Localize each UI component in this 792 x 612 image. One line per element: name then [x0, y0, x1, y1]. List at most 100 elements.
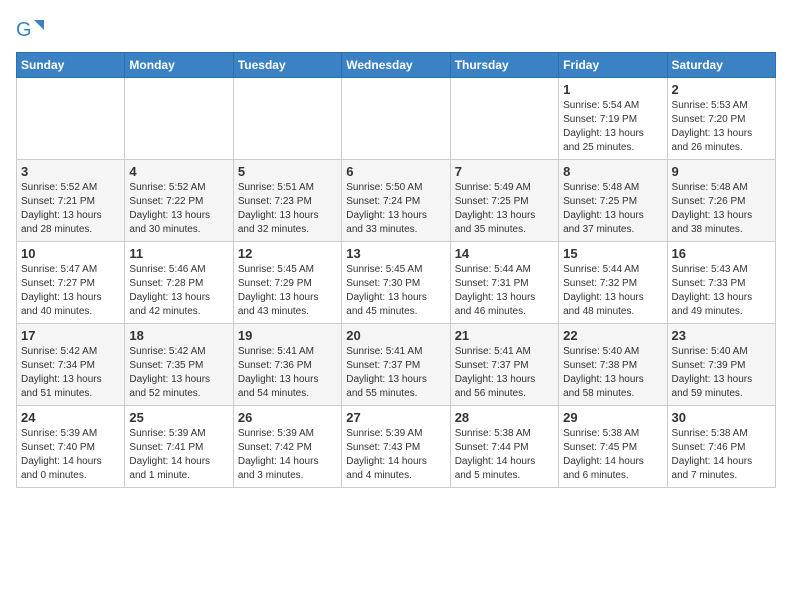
day-info: Sunrise: 5:38 AM Sunset: 7:46 PM Dayligh…: [672, 427, 771, 483]
day-number: 8: [563, 164, 662, 179]
calendar-cell: 11 Sunrise: 5:46 AM Sunset: 7:28 PM Dayli…: [125, 242, 233, 324]
calendar-cell: 22Sunrise: 5:40 AM Sunset: 7:38 PM Dayli…: [559, 324, 667, 406]
day-number: 27: [346, 410, 445, 425]
day-number: 11: [129, 246, 228, 261]
day-info: Sunrise: 5:52 AM Sunset: 7:22 PM Dayligh…: [129, 181, 228, 237]
calendar-cell: 27 Sunrise: 5:39 AM Sunset: 7:43 PM Dayli…: [342, 406, 450, 488]
day-number: 1: [563, 82, 662, 97]
day-info: Sunrise: 5:49 AM Sunset: 7:25 PM Dayligh…: [455, 181, 554, 237]
calendar-cell: 7 Sunrise: 5:49 AM Sunset: 7:25 PM Daylig…: [450, 160, 558, 242]
day-number: 15: [563, 246, 662, 261]
day-number: 23: [672, 328, 771, 343]
calendar-cell: 25 Sunrise: 5:39 AM Sunset: 7:41 PM Dayli…: [125, 406, 233, 488]
day-number: 5: [238, 164, 337, 179]
day-info: Sunrise: 5:45 AM Sunset: 7:30 PM Dayligh…: [346, 263, 445, 319]
day-number: 3: [21, 164, 120, 179]
day-number: 30: [672, 410, 771, 425]
day-info: Sunrise: 5:39 AM Sunset: 7:43 PM Dayligh…: [346, 427, 445, 483]
day-number: 24: [21, 410, 120, 425]
calendar-cell: 10 Sunrise: 5:47 AM Sunset: 7:27 PM Dayli…: [17, 242, 125, 324]
day-number: 16: [672, 246, 771, 261]
day-info: Sunrise: 5:44 AM Sunset: 7:31 PM Dayligh…: [455, 263, 554, 319]
calendar-cell: [450, 78, 558, 160]
day-info: Sunrise: 5:39 AM Sunset: 7:41 PM Dayligh…: [129, 427, 228, 483]
day-number: 28: [455, 410, 554, 425]
day-number: 20: [346, 328, 445, 343]
calendar-cell: 16 Sunrise: 5:43 AM Sunset: 7:33 PM Dayli…: [667, 242, 775, 324]
day-info: Sunrise: 5:46 AM Sunset: 7:28 PM Dayligh…: [129, 263, 228, 319]
day-info: Sunrise: 5:48 AM Sunset: 7:26 PM Dayligh…: [672, 181, 771, 237]
calendar-cell: 18 Sunrise: 5:42 AM Sunset: 7:35 PM Dayli…: [125, 324, 233, 406]
col-header-tuesday: Tuesday: [233, 53, 341, 78]
day-number: 29: [563, 410, 662, 425]
calendar-cell: 28 Sunrise: 5:38 AM Sunset: 7:44 PM Dayli…: [450, 406, 558, 488]
week-row-1: 1 Sunrise: 5:54 AM Sunset: 7:19 PM Daylig…: [17, 78, 776, 160]
logo-icon: G: [16, 16, 44, 44]
day-info: Sunrise: 5:40 AM Sunset: 7:39 PM Dayligh…: [672, 345, 771, 401]
day-info: Sunrise: 5:48 AM Sunset: 7:25 PM Dayligh…: [563, 181, 662, 237]
day-number: 6: [346, 164, 445, 179]
week-row-5: 24 Sunrise: 5:39 AM Sunset: 7:40 PM Dayli…: [17, 406, 776, 488]
col-header-sunday: Sunday: [17, 53, 125, 78]
calendar-cell: 24 Sunrise: 5:39 AM Sunset: 7:40 PM Dayli…: [17, 406, 125, 488]
calendar-cell: 23 Sunrise: 5:40 AM Sunset: 7:39 PM Dayli…: [667, 324, 775, 406]
day-info: Sunrise: 5:43 AM Sunset: 7:33 PM Dayligh…: [672, 263, 771, 319]
day-info: Sunrise: 5:50 AM Sunset: 7:24 PM Dayligh…: [346, 181, 445, 237]
calendar-cell: 1 Sunrise: 5:54 AM Sunset: 7:19 PM Daylig…: [559, 78, 667, 160]
calendar-cell: 30 Sunrise: 5:38 AM Sunset: 7:46 PM Dayli…: [667, 406, 775, 488]
day-info: Sunrise: 5:47 AM Sunset: 7:27 PM Dayligh…: [21, 263, 120, 319]
calendar-cell: [342, 78, 450, 160]
calendar-cell: 9 Sunrise: 5:48 AM Sunset: 7:26 PM Daylig…: [667, 160, 775, 242]
day-info: Sunrise: 5:39 AM Sunset: 7:40 PM Dayligh…: [21, 427, 120, 483]
calendar-cell: 29 Sunrise: 5:38 AM Sunset: 7:45 PM Dayli…: [559, 406, 667, 488]
col-header-saturday: Saturday: [667, 53, 775, 78]
day-info: Sunrise: 5:41 AM Sunset: 7:37 PM Dayligh…: [346, 345, 445, 401]
col-header-monday: Monday: [125, 53, 233, 78]
day-number: 18: [129, 328, 228, 343]
calendar-table: SundayMondayTuesdayWednesdayThursdayFrid…: [16, 52, 776, 488]
day-info: Sunrise: 5:38 AM Sunset: 7:44 PM Dayligh…: [455, 427, 554, 483]
day-number: 22: [563, 328, 662, 343]
calendar-cell: 8 Sunrise: 5:48 AM Sunset: 7:25 PM Daylig…: [559, 160, 667, 242]
calendar-cell: 15 Sunrise: 5:44 AM Sunset: 7:32 PM Dayli…: [559, 242, 667, 324]
day-number: 10: [21, 246, 120, 261]
day-number: 25: [129, 410, 228, 425]
header: G: [16, 16, 776, 44]
col-header-wednesday: Wednesday: [342, 53, 450, 78]
day-info: Sunrise: 5:44 AM Sunset: 7:32 PM Dayligh…: [563, 263, 662, 319]
calendar-cell: 19Sunrise: 5:41 AM Sunset: 7:36 PM Dayli…: [233, 324, 341, 406]
day-number: 12: [238, 246, 337, 261]
calendar-cell: 17Sunrise: 5:42 AM Sunset: 7:34 PM Dayli…: [17, 324, 125, 406]
week-row-2: 3 Sunrise: 5:52 AM Sunset: 7:21 PM Daylig…: [17, 160, 776, 242]
day-number: 13: [346, 246, 445, 261]
day-info: Sunrise: 5:41 AM Sunset: 7:37 PM Dayligh…: [455, 345, 554, 401]
day-number: 7: [455, 164, 554, 179]
day-info: Sunrise: 5:53 AM Sunset: 7:20 PM Dayligh…: [672, 99, 771, 155]
day-info: Sunrise: 5:41 AM Sunset: 7:36 PM Dayligh…: [238, 345, 337, 401]
col-header-friday: Friday: [559, 53, 667, 78]
svg-text:G: G: [16, 19, 32, 41]
calendar-cell: [17, 78, 125, 160]
calendar-cell: 2Sunrise: 5:53 AM Sunset: 7:20 PM Daylig…: [667, 78, 775, 160]
day-info: Sunrise: 5:54 AM Sunset: 7:19 PM Dayligh…: [563, 99, 662, 155]
calendar-cell: 21 Sunrise: 5:41 AM Sunset: 7:37 PM Dayli…: [450, 324, 558, 406]
calendar-cell: 14Sunrise: 5:44 AM Sunset: 7:31 PM Dayli…: [450, 242, 558, 324]
calendar-cell: [233, 78, 341, 160]
day-info: Sunrise: 5:51 AM Sunset: 7:23 PM Dayligh…: [238, 181, 337, 237]
day-number: 21: [455, 328, 554, 343]
calendar-cell: 13 Sunrise: 5:45 AM Sunset: 7:30 PM Dayli…: [342, 242, 450, 324]
calendar-cell: 26 Sunrise: 5:39 AM Sunset: 7:42 PM Dayli…: [233, 406, 341, 488]
day-info: Sunrise: 5:52 AM Sunset: 7:21 PM Dayligh…: [21, 181, 120, 237]
day-info: Sunrise: 5:45 AM Sunset: 7:29 PM Dayligh…: [238, 263, 337, 319]
col-header-thursday: Thursday: [450, 53, 558, 78]
calendar-cell: 4Sunrise: 5:52 AM Sunset: 7:22 PM Daylig…: [125, 160, 233, 242]
day-info: Sunrise: 5:42 AM Sunset: 7:35 PM Dayligh…: [129, 345, 228, 401]
calendar-cell: 20 Sunrise: 5:41 AM Sunset: 7:37 PM Dayli…: [342, 324, 450, 406]
calendar-cell: 5 Sunrise: 5:51 AM Sunset: 7:23 PM Daylig…: [233, 160, 341, 242]
day-info: Sunrise: 5:38 AM Sunset: 7:45 PM Dayligh…: [563, 427, 662, 483]
day-number: 26: [238, 410, 337, 425]
day-info: Sunrise: 5:39 AM Sunset: 7:42 PM Dayligh…: [238, 427, 337, 483]
day-number: 9: [672, 164, 771, 179]
calendar-cell: 3 Sunrise: 5:52 AM Sunset: 7:21 PM Daylig…: [17, 160, 125, 242]
day-number: 17: [21, 328, 120, 343]
